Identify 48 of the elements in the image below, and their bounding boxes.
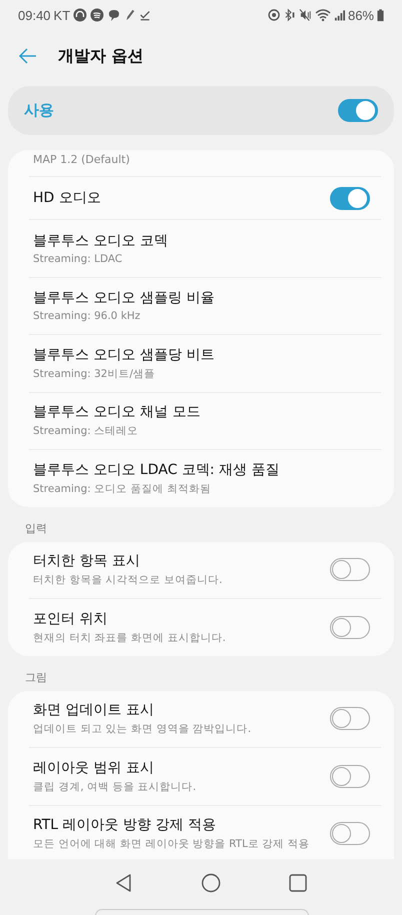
setting-summary: Streaming: LDAC (33, 252, 124, 265)
carrier-label: KT (54, 8, 70, 22)
toggle-switch[interactable] (330, 707, 370, 730)
setting-title[interactable]: RTL 레이아웃 방향 강제 적용 (33, 816, 310, 834)
toggle-switch[interactable] (330, 616, 370, 639)
version-caption: MAP 1.2 (Default) (32, 152, 131, 168)
pen-icon (124, 8, 136, 22)
setting-summary: Streaming: 32비트/샘플 (33, 366, 156, 381)
setting-title[interactable]: 화면 업데이트 표시 (33, 701, 252, 720)
signal-icon (334, 8, 345, 22)
headphones-icon (73, 8, 88, 22)
home-nav-icon[interactable] (200, 873, 221, 893)
setting-summary: Streaming: 스테레오 (33, 424, 140, 438)
setting-title[interactable]: 블루투스 오디오 채널 모드 (33, 403, 200, 422)
setting-summary: 현재의 터치 좌표를 화면에 표시합니다. (33, 630, 226, 645)
mute-icon (298, 8, 312, 22)
toggle-switch[interactable] (338, 99, 378, 122)
toggle-switch[interactable] (330, 764, 370, 788)
setting-title[interactable]: 블루투스 오디오 샘플당 비트 (33, 346, 214, 364)
master-switch-label: 사용 (24, 101, 54, 120)
setting-summary: 클립 경계, 여백 등을 표시합니다. (33, 780, 196, 794)
setting-summary: Streaming: 오디오 품질에 최적화됨 (33, 482, 212, 496)
toggle-switch[interactable] (330, 822, 370, 846)
chat-bubble-icon (107, 8, 122, 22)
back-button[interactable] (18, 46, 38, 66)
setting-summary: 터치한 항목을 시각적으로 보여줍니다. (33, 573, 222, 588)
toggle-switch[interactable] (330, 186, 370, 210)
battery-percent: 86% (348, 8, 374, 22)
status-time: 09:40 (18, 8, 51, 22)
setting-title[interactable]: HD 오디오 (33, 189, 101, 207)
section-header: 입력 (24, 520, 48, 536)
setting-title[interactable]: 포인터 위치 (33, 610, 226, 628)
setting-summary: 업데이트 되고 있는 화면 영역을 깜박입니다. (33, 722, 252, 736)
setting-title[interactable]: 레이아웃 범위 표시 (33, 758, 196, 777)
setting-summary: Streaming: 96.0 kHz (33, 310, 142, 322)
battery-icon (377, 8, 384, 22)
toggle-switch[interactable] (330, 558, 370, 582)
wifi-icon (314, 8, 331, 22)
recents-nav-icon[interactable] (288, 873, 308, 893)
setting-title[interactable]: 블루투스 오디오 LDAC 코덱: 재생 품질 (33, 460, 280, 479)
setting-title[interactable]: 터치한 항목 표시 (33, 552, 222, 570)
setting-title[interactable]: 블루투스 오디오 코덱 (33, 232, 168, 250)
bluetooth-icon (284, 8, 296, 22)
setting-title[interactable]: 블루투스 오디오 샘플링 비율 (33, 289, 214, 308)
setting-summary: 모든 언어에 대해 화면 레이아웃 방향을 RTL로 강제 적용 (33, 837, 310, 852)
back-arrow-icon (18, 46, 38, 66)
screen-title: 개발자 옵션 (58, 46, 144, 66)
section-header: 그림 (24, 670, 48, 686)
